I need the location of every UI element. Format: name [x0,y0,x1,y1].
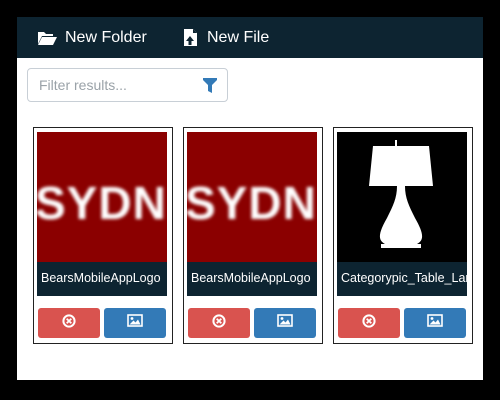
image-icon [127,314,143,332]
delete-button[interactable] [338,308,400,338]
file-card[interactable]: SYDN BearsMobileAppLogo [183,127,323,344]
delete-button[interactable] [38,308,100,338]
new-file-button[interactable]: New File [183,17,269,58]
media-manager: New Folder New File SYDN BearsMo [17,17,483,380]
circle-x-icon [62,313,76,333]
file-card[interactable]: SYDN BearsMobileAppLogo [33,127,173,344]
table-lamp-image [369,140,433,248]
thumbnail-logo-text: SYDN [37,177,167,229]
file-name-bar: BearsMobileAppLogo [37,262,167,296]
file-name: BearsMobileAppLogo [191,271,311,285]
new-folder-label: New Folder [65,28,147,46]
file-name-bar: Categorypic_Table_Lamp [337,262,467,296]
view-image-button[interactable] [104,308,166,338]
toolbar: New Folder New File [17,17,483,58]
delete-button[interactable] [188,308,250,338]
file-upload-icon [183,28,199,47]
filter-box [27,68,228,102]
new-file-label: New File [207,28,270,46]
file-thumbnail[interactable]: SYDN [187,132,317,262]
circle-x-icon [362,313,376,333]
new-folder-button[interactable]: New Folder [37,17,147,58]
file-thumbnail[interactable]: SYDN [37,132,167,262]
folder-open-icon [37,30,57,46]
file-name: Categorypic_Table_Lamp [341,271,467,285]
image-icon [277,314,293,332]
image-icon [427,314,443,332]
file-name: BearsMobileAppLogo [41,271,161,285]
file-thumbnail[interactable] [337,132,467,262]
file-card[interactable]: Categorypic_Table_Lamp [333,127,473,344]
funnel-icon[interactable] [203,78,217,94]
view-image-button[interactable] [404,308,466,338]
thumbnail-logo-text: SYDN [187,177,317,229]
file-name-bar: BearsMobileAppLogo [187,262,317,296]
filter-input[interactable] [28,69,204,101]
circle-x-icon [212,313,226,333]
view-image-button[interactable] [254,308,316,338]
